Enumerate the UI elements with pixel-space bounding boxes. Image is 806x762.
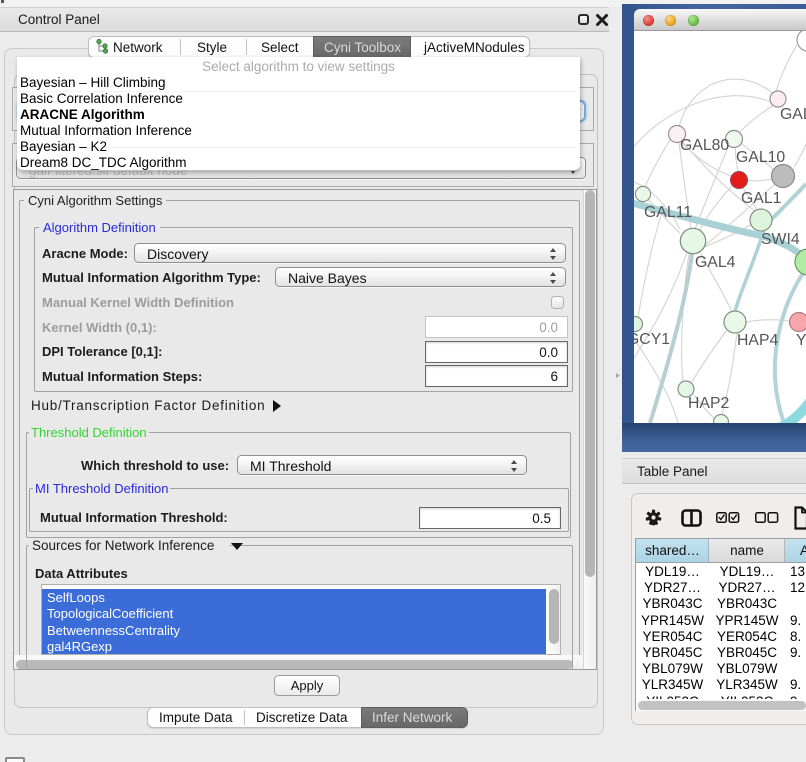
svg-text:GAL2: GAL2 <box>780 106 806 123</box>
svg-text:HAP4: HAP4 <box>737 332 778 349</box>
svg-text:GAL10: GAL10 <box>736 149 785 166</box>
svg-text:HAP2: HAP2 <box>688 395 729 412</box>
svg-text:GAL11: GAL11 <box>644 204 692 221</box>
svg-text:GCY1: GCY1 <box>634 331 670 348</box>
svg-text:SWI4: SWI4 <box>761 231 800 248</box>
svg-text:YE: YE <box>796 332 806 349</box>
svg-text:GAL80: GAL80 <box>680 137 729 154</box>
svg-text:GAL4: GAL4 <box>695 254 736 271</box>
svg-text:GAL1: GAL1 <box>741 190 782 207</box>
